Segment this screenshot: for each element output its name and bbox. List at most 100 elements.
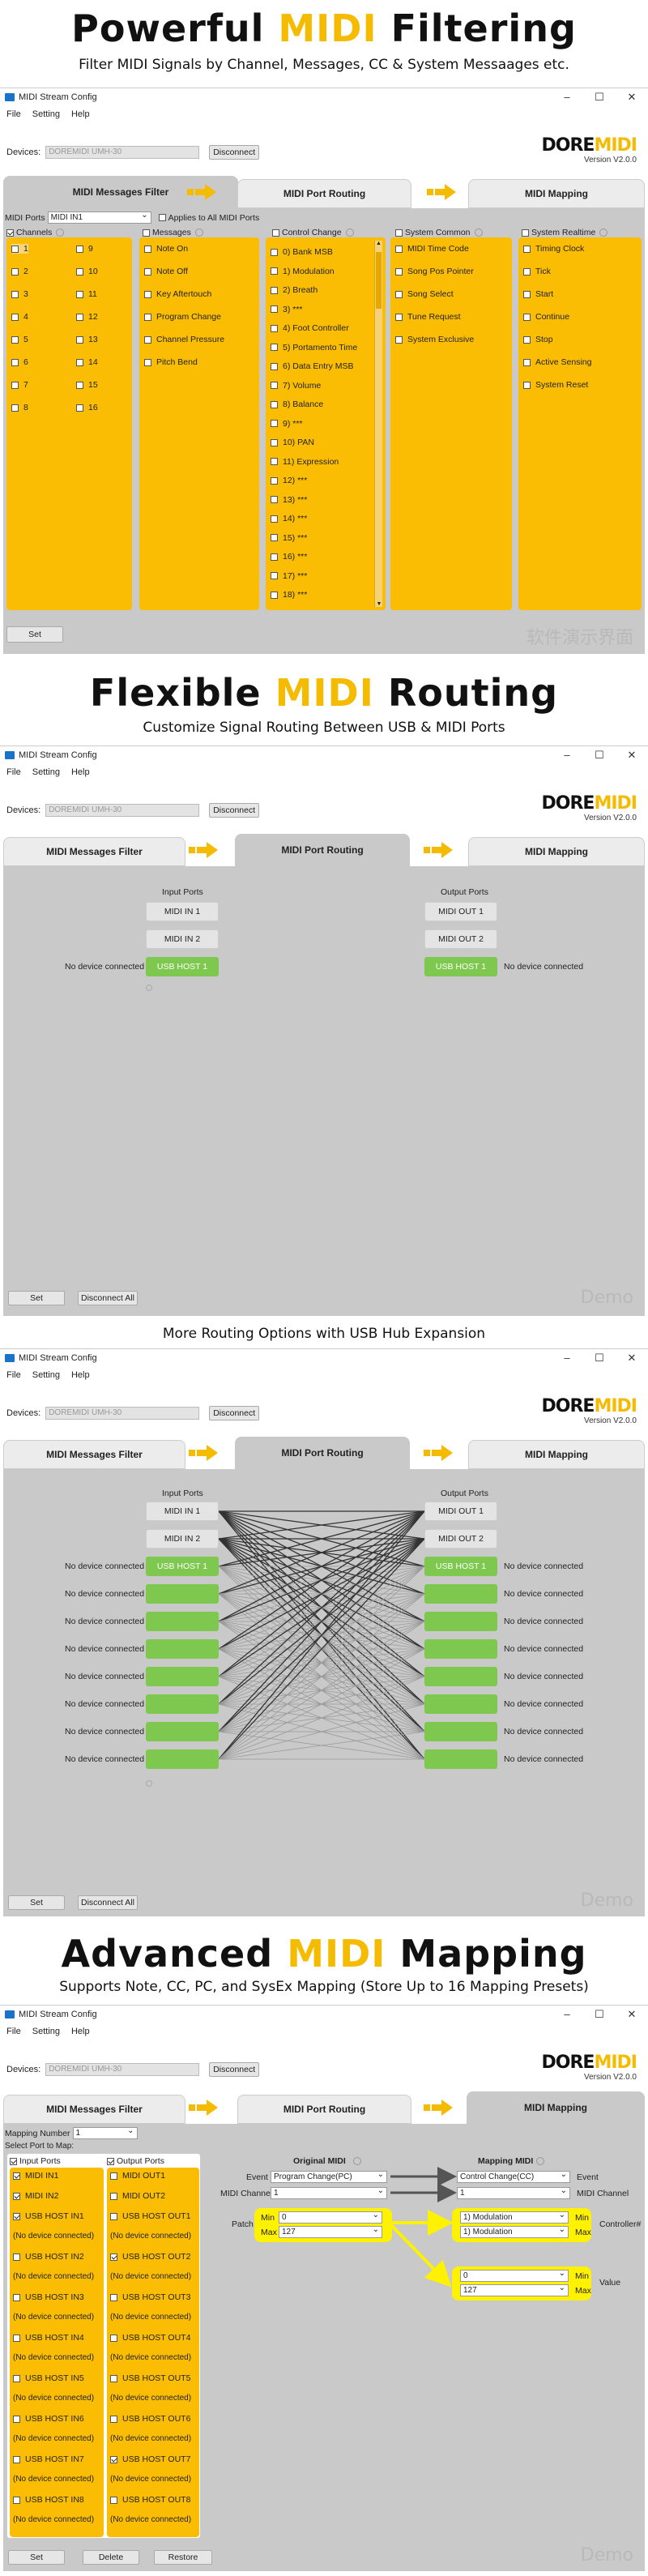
- input-port-usb-host-extra[interactable]: [146, 1667, 219, 1686]
- item-checkbox[interactable]: [13, 2415, 20, 2423]
- minimize-icon[interactable]: –: [551, 91, 583, 104]
- minimize-icon[interactable]: –: [551, 749, 583, 762]
- output-port-item[interactable]: USB HOST OUT8: [110, 2495, 190, 2505]
- item-checkbox[interactable]: [11, 404, 19, 412]
- item-checkbox[interactable]: [110, 2374, 117, 2382]
- item-checkbox[interactable]: [110, 2455, 117, 2463]
- close-icon[interactable]: ✕: [616, 2008, 648, 2021]
- value-max-select[interactable]: 127: [460, 2283, 569, 2296]
- item-checkbox[interactable]: [271, 400, 278, 408]
- item-checkbox[interactable]: [395, 290, 403, 298]
- item-checkbox[interactable]: [144, 335, 151, 344]
- channel-12[interactable]: 12: [76, 312, 98, 322]
- cc-item[interactable]: 6) Data Entry MSB: [271, 361, 354, 371]
- input-port-usb-host-1[interactable]: USB HOST 1: [146, 1557, 219, 1576]
- message-item[interactable]: Note Off: [144, 267, 188, 276]
- item-checkbox[interactable]: [523, 290, 531, 298]
- item-checkbox[interactable]: [144, 313, 151, 321]
- item-checkbox[interactable]: [144, 290, 151, 298]
- menu-setting[interactable]: Setting: [32, 2027, 60, 2036]
- item-checkbox[interactable]: [144, 267, 151, 276]
- maximize-icon[interactable]: ☐: [583, 1352, 616, 1365]
- item-checkbox[interactable]: [523, 381, 531, 389]
- channel-2[interactable]: 2: [11, 267, 28, 276]
- system-common-item[interactable]: Tune Request: [395, 312, 461, 322]
- system-realtime-item[interactable]: Timing Clock: [523, 244, 584, 254]
- item-checkbox[interactable]: [271, 362, 278, 370]
- cc-item[interactable]: 5) Portamento Time: [271, 343, 357, 352]
- messages-checkbox[interactable]: [143, 229, 150, 237]
- input-port-usb-host-1[interactable]: USB HOST 1: [146, 957, 219, 976]
- cc-item[interactable]: 9) ***: [271, 419, 303, 429]
- input-port-usb-host-extra[interactable]: [146, 1584, 219, 1604]
- item-checkbox[interactable]: [76, 267, 83, 276]
- output-port-usb-host-extra[interactable]: [424, 1749, 497, 1769]
- device-field[interactable]: DOREMIDI UMH-30: [45, 146, 200, 159]
- output-port-usb-host-1[interactable]: USB HOST 1: [424, 1557, 497, 1576]
- message-item[interactable]: Key Aftertouch: [144, 289, 211, 299]
- channel-7[interactable]: 7: [11, 380, 28, 390]
- cc-item[interactable]: 15) ***: [271, 533, 307, 543]
- item-checkbox[interactable]: [76, 313, 83, 321]
- close-icon[interactable]: ✕: [616, 749, 648, 762]
- menu-setting[interactable]: Setting: [32, 1370, 60, 1380]
- delete-button[interactable]: Delete: [83, 2550, 139, 2565]
- device-field[interactable]: DOREMIDI UMH-30: [45, 1407, 200, 1420]
- item-checkbox[interactable]: [523, 358, 531, 366]
- item-checkbox[interactable]: [271, 458, 278, 465]
- input-port-usb-host-extra[interactable]: [146, 1694, 219, 1714]
- maximize-icon[interactable]: ☐: [583, 2008, 616, 2021]
- item-checkbox[interactable]: [144, 245, 151, 253]
- disconnect-all-button[interactable]: Disconnect All: [78, 1895, 138, 1910]
- item-checkbox[interactable]: [13, 2455, 20, 2463]
- tab-midi-mapping[interactable]: MIDI Mapping: [468, 1440, 645, 1469]
- set-button[interactable]: Set: [8, 1895, 65, 1910]
- cc-scroll-up-icon[interactable]: ▲: [375, 241, 382, 246]
- output-port-usb-host-extra[interactable]: [424, 1694, 497, 1714]
- input-port-usb-host-extra[interactable]: [146, 1722, 219, 1741]
- item-checkbox[interactable]: [395, 313, 403, 321]
- cc-item[interactable]: 7) Volume: [271, 381, 321, 391]
- item-checkbox[interactable]: [523, 267, 531, 276]
- item-checkbox[interactable]: [271, 248, 278, 256]
- cc-item[interactable]: 14) ***: [271, 514, 307, 523]
- item-checkbox[interactable]: [11, 313, 19, 321]
- system-common-item[interactable]: System Exclusive: [395, 335, 474, 344]
- device-field[interactable]: DOREMIDI UMH-30: [45, 2063, 200, 2076]
- disconnect-button[interactable]: Disconnect: [209, 145, 260, 160]
- output-port-usb-host-extra[interactable]: [424, 1612, 497, 1631]
- item-checkbox[interactable]: [271, 382, 278, 389]
- item-checkbox[interactable]: [11, 335, 19, 344]
- controller-max-select[interactable]: 1) Modulation: [460, 2224, 569, 2238]
- tab-midi-mapping[interactable]: MIDI Mapping: [468, 179, 645, 208]
- patch-min-select[interactable]: 0: [279, 2210, 382, 2224]
- item-checkbox[interactable]: [76, 404, 83, 412]
- input-port-midi-in-1[interactable]: MIDI IN 1: [146, 1502, 219, 1521]
- menu-help[interactable]: Help: [71, 1370, 90, 1380]
- system-realtime-item[interactable]: Active Sensing: [523, 357, 591, 367]
- cc-item[interactable]: 8) Balance: [271, 399, 323, 409]
- message-item[interactable]: Program Change: [144, 312, 221, 322]
- item-checkbox[interactable]: [523, 245, 531, 253]
- tab-midi-messages-filter[interactable]: MIDI Messages Filter: [3, 2095, 185, 2124]
- cc-item[interactable]: 1) Modulation: [271, 267, 335, 276]
- tab-midi-port-routing[interactable]: MIDI Port Routing: [235, 834, 410, 866]
- item-checkbox[interactable]: [76, 381, 83, 389]
- system-common-item[interactable]: Song Select: [395, 289, 454, 299]
- input-port-usb-host-extra[interactable]: [146, 1612, 219, 1631]
- system-realtime-item[interactable]: System Reset: [523, 380, 588, 390]
- item-checkbox[interactable]: [271, 591, 278, 599]
- close-icon[interactable]: ✕: [616, 1352, 648, 1365]
- cc-scroll-thumb[interactable]: [376, 252, 382, 309]
- menu-file[interactable]: File: [6, 1370, 21, 1380]
- item-checkbox[interactable]: [523, 335, 531, 344]
- cc-item[interactable]: 0) Bank MSB: [271, 247, 333, 257]
- channel-8[interactable]: 8: [11, 403, 28, 412]
- set-button[interactable]: Set: [8, 1291, 65, 1305]
- menu-setting[interactable]: Setting: [32, 109, 60, 119]
- cc-item[interactable]: 4) Foot Controller: [271, 323, 349, 333]
- minimize-icon[interactable]: –: [551, 1352, 583, 1365]
- set-button[interactable]: Set: [6, 626, 63, 643]
- close-icon[interactable]: ✕: [616, 91, 648, 104]
- item-checkbox[interactable]: [76, 245, 83, 253]
